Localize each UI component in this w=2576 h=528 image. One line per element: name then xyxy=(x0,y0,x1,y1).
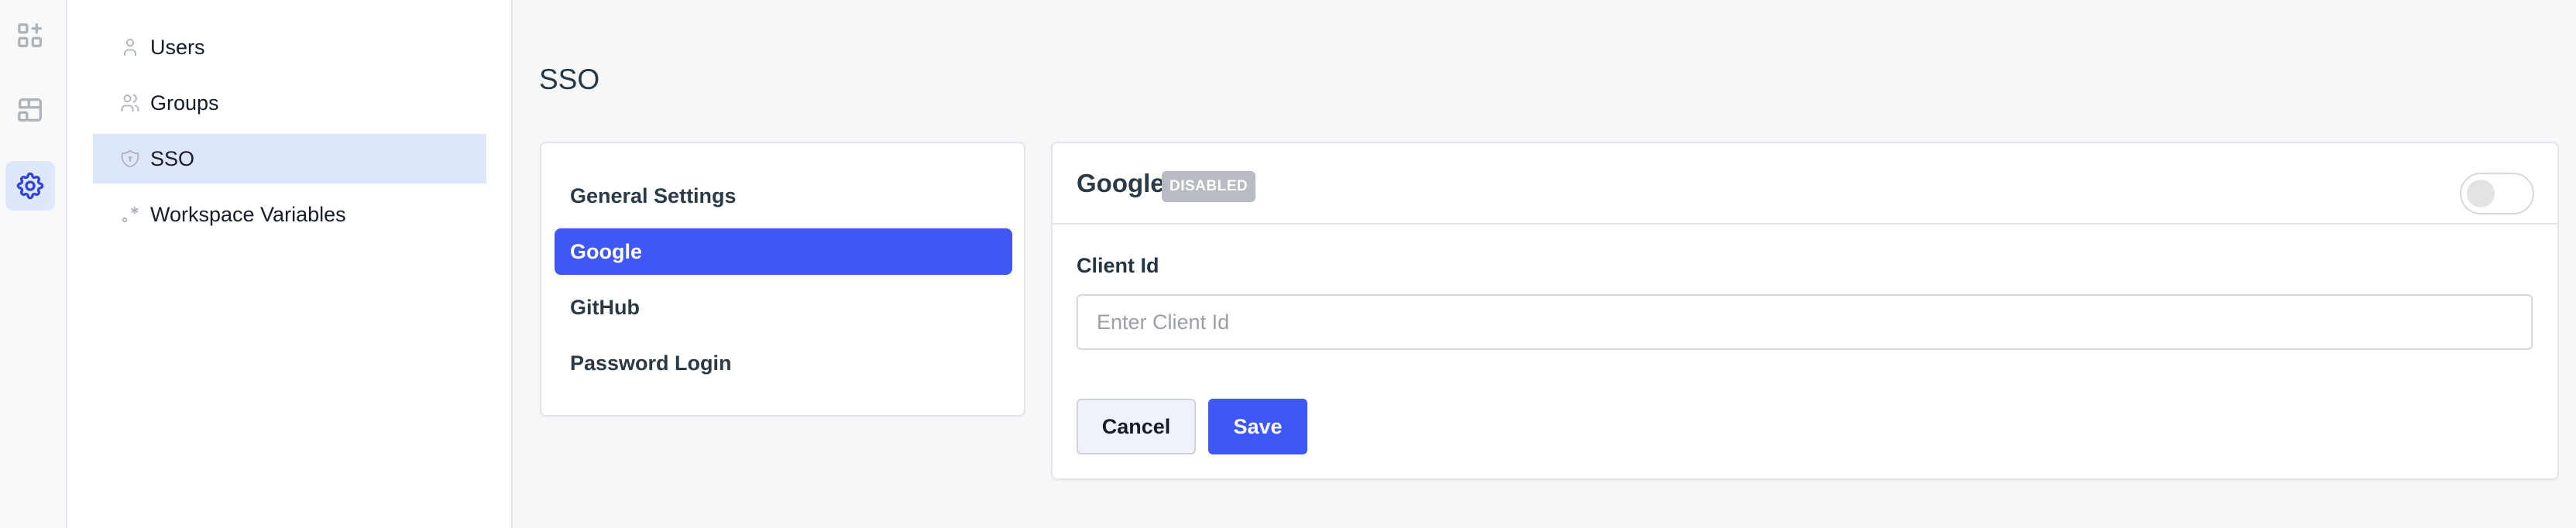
google-sso-card: Google DISABLED Client Id Cancel Save xyxy=(1051,142,2559,480)
sidebar-item-groups[interactable]: Groups xyxy=(93,78,486,128)
rail-layout-button[interactable] xyxy=(5,85,55,135)
users-group-icon xyxy=(119,92,141,114)
enable-toggle[interactable] xyxy=(2460,173,2534,214)
status-badge: DISABLED xyxy=(1162,171,1256,202)
sso-nav-card: General Settings Google GitHub Password … xyxy=(540,142,1025,417)
toggle-knob xyxy=(2467,180,2495,207)
card-header: Google DISABLED xyxy=(1053,143,2557,225)
sidebar-item-label: SSO xyxy=(150,146,195,170)
cancel-button[interactable]: Cancel xyxy=(1077,399,1196,454)
variable-icon xyxy=(119,204,141,225)
sidebar-item-sso[interactable]: SSO xyxy=(93,134,486,183)
save-button[interactable]: Save xyxy=(1208,399,1307,454)
sidebar-item-label: Users xyxy=(150,35,205,59)
settings-gear-icon xyxy=(16,172,44,200)
sidebar-item-users[interactable]: Users xyxy=(93,22,486,72)
client-id-label: Client Id xyxy=(1077,254,1159,277)
layout-icon xyxy=(18,98,42,122)
client-id-input[interactable] xyxy=(1077,294,2533,350)
page-title: SSO xyxy=(539,63,600,95)
main-content: SSO General Settings Google GitHub Passw… xyxy=(514,0,2576,528)
card-title: Google xyxy=(1077,169,1165,197)
sidebar-item-workspace-variables[interactable]: Workspace Variables xyxy=(93,190,486,239)
settings-sidebar: Users Groups SSO Workspace Variables xyxy=(67,0,513,528)
sidebar-item-label: Workspace Variables xyxy=(150,202,346,226)
rail-settings-button[interactable] xyxy=(5,161,55,211)
sso-nav-password-login[interactable]: Password Login xyxy=(555,340,1012,386)
sso-nav-github[interactable]: GitHub xyxy=(555,284,1012,331)
user-icon xyxy=(119,36,141,58)
sso-nav-google[interactable]: Google xyxy=(555,228,1012,275)
icon-rail xyxy=(0,0,67,528)
shield-lock-icon xyxy=(119,148,141,170)
sso-nav-general-settings[interactable]: General Settings xyxy=(555,173,1012,219)
rail-apps-button[interactable] xyxy=(5,11,55,60)
apps-add-icon xyxy=(18,23,42,47)
sidebar-item-label: Groups xyxy=(150,91,219,115)
